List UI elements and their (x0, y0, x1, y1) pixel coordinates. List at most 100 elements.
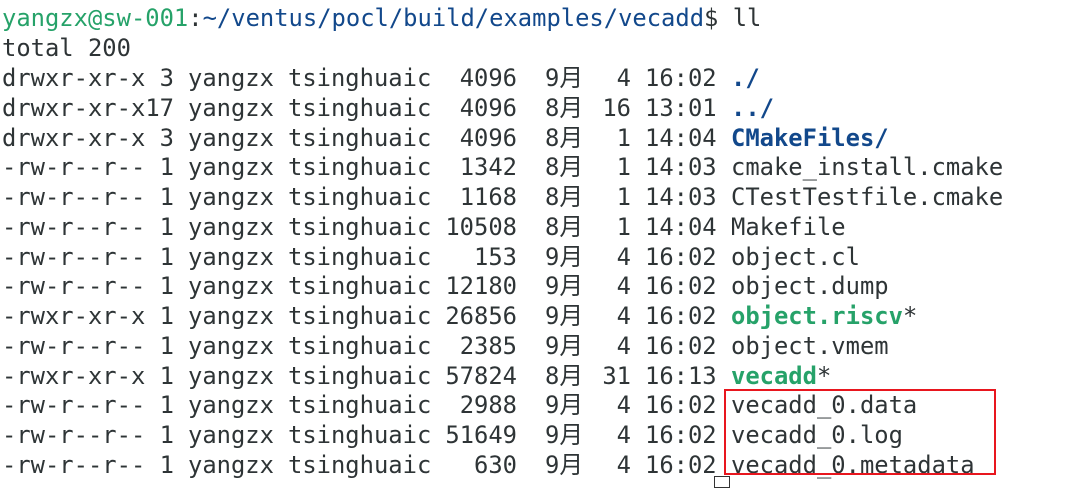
prompt-separator: : (188, 4, 203, 32)
file-size: 26856 (445, 302, 517, 330)
file-size: 10508 (445, 212, 517, 241)
permissions: drwxr-xr-x (2, 123, 146, 152)
time: 16:02 (645, 64, 717, 92)
link-count: 1 (159, 361, 174, 390)
group: tsinghuaic (288, 64, 432, 92)
link-count: 1 (159, 450, 174, 479)
file-size: 4096 (459, 93, 517, 122)
file-size: 4096 (459, 123, 517, 152)
prompt-symbol: $ (704, 4, 719, 32)
listing-row: -rw-r--r-- 1 yangzx tsinghuaic 153 9月 4 16:02 ob… (2, 242, 1068, 272)
total-line: total 200 (2, 34, 131, 62)
file-size: 153 (474, 242, 517, 271)
day: 4 (616, 302, 631, 330)
file-name: cmake_install.cmake (731, 153, 1004, 182)
file-name: object.vmem (731, 331, 889, 360)
permissions: -rwxr-xr-x (2, 302, 146, 330)
link-count: 1 (159, 272, 174, 301)
owner: yangzx (188, 64, 274, 92)
owner: yangzx (188, 331, 274, 360)
owner: yangzx (188, 183, 274, 211)
group: tsinghuaic (288, 183, 432, 211)
month: 9月 (545, 391, 584, 420)
permissions: -rw-r--r-- (2, 272, 146, 301)
file-name: ../ (731, 93, 774, 122)
file-size: 1168 (459, 183, 517, 211)
day: 31 (602, 361, 631, 390)
group: tsinghuaic (288, 123, 432, 152)
day: 4 (616, 242, 631, 271)
listing-row: -rw-r--r-- 1 yangzx tsinghuaic 1342 8月 1 14:03 c… (2, 152, 1068, 182)
owner: yangzx (188, 123, 274, 152)
day: 4 (616, 391, 631, 420)
group: tsinghuaic (288, 361, 432, 390)
prompt-path: ~/ventus/pocl/build/examples/vecadd (202, 4, 705, 32)
file-size: 57824 (445, 361, 517, 390)
permissions: -rw-r--r-- (2, 391, 146, 420)
file-size: 1342 (459, 153, 517, 182)
group: tsinghuaic (288, 212, 432, 241)
file-name: object.cl (731, 242, 860, 271)
month: 9月 (545, 450, 584, 479)
terminal-cursor (714, 476, 730, 488)
listing-row: -rw-r--r-- 1 yangzx tsinghuaic 10508 8月 1 14:04… (2, 212, 1068, 242)
time: 16:02 (645, 272, 717, 301)
group: tsinghuaic (288, 93, 432, 122)
time: 16:02 (645, 450, 717, 479)
owner: yangzx (188, 421, 274, 449)
owner: yangzx (188, 450, 274, 479)
listing-row: drwxr-xr-x 17 yangzx tsinghuaic 4096 8月 16 13:0… (2, 93, 1068, 123)
file-size: 4096 (459, 64, 517, 92)
owner: yangzx (188, 272, 274, 301)
prompt-line: yangzx@sw-001:~/ventus/pocl/build/exampl… (2, 3, 1068, 33)
link-count: 1 (159, 153, 174, 182)
month: 8月 (545, 93, 584, 122)
listing-row: drwxr-xr-x 3 yangzx tsinghuaic 4096 8月 1 14:04 C… (2, 123, 1068, 153)
owner: yangzx (188, 153, 274, 182)
link-count: 1 (159, 421, 174, 449)
listing-row: -rwxr-xr-x 1 yangzx tsinghuaic 26856 9月 4 16:02… (2, 301, 1068, 331)
permissions: drwxr-xr-x (2, 93, 146, 122)
link-count: 17 (145, 93, 174, 122)
day: 4 (616, 272, 631, 301)
time: 14:03 (645, 183, 717, 211)
month: 9月 (545, 421, 584, 449)
file-size: 12180 (445, 272, 517, 301)
command-text: ll (718, 4, 762, 32)
day: 4 (616, 450, 631, 479)
file-name: vecadd* (731, 361, 832, 390)
file-name: ./ (731, 64, 760, 92)
time: 16:02 (645, 391, 717, 420)
link-count: 1 (159, 302, 174, 330)
file-name: CTestTestfile.cmake (731, 183, 1004, 211)
month: 8月 (545, 123, 584, 152)
day: 4 (616, 421, 631, 449)
time: 16:02 (645, 421, 717, 449)
listing-row: -rw-r--r-- 1 yangzx tsinghuaic 1168 8月 1 14:03 C… (2, 182, 1068, 212)
owner: yangzx (188, 302, 274, 330)
owner: yangzx (188, 212, 274, 241)
link-count: 1 (159, 391, 174, 420)
link-count: 3 (159, 64, 174, 92)
group: tsinghuaic (288, 391, 432, 420)
time: 16:02 (645, 242, 717, 271)
month: 8月 (545, 361, 584, 390)
day: 4 (616, 331, 631, 360)
time: 14:04 (645, 123, 717, 152)
month: 9月 (545, 302, 584, 330)
time: 16:02 (645, 331, 717, 360)
file-name: CMakeFiles/ (731, 123, 889, 152)
file-size: 2385 (459, 331, 517, 360)
executable-marker: * (816, 361, 832, 390)
permissions: -rwxr-xr-x (2, 361, 146, 390)
file-size: 2988 (459, 391, 517, 420)
group: tsinghuaic (288, 331, 432, 360)
owner: yangzx (188, 391, 274, 420)
file-name: object.dump (731, 272, 889, 301)
month: 8月 (545, 212, 584, 241)
permissions: -rw-r--r-- (2, 331, 146, 360)
permissions: -rw-r--r-- (2, 421, 146, 449)
time: 14:03 (645, 153, 717, 182)
link-count: 1 (159, 331, 174, 360)
listing-row: -rw-r--r-- 1 yangzx tsinghuaic 12180 9月 4 16:02… (2, 271, 1068, 301)
